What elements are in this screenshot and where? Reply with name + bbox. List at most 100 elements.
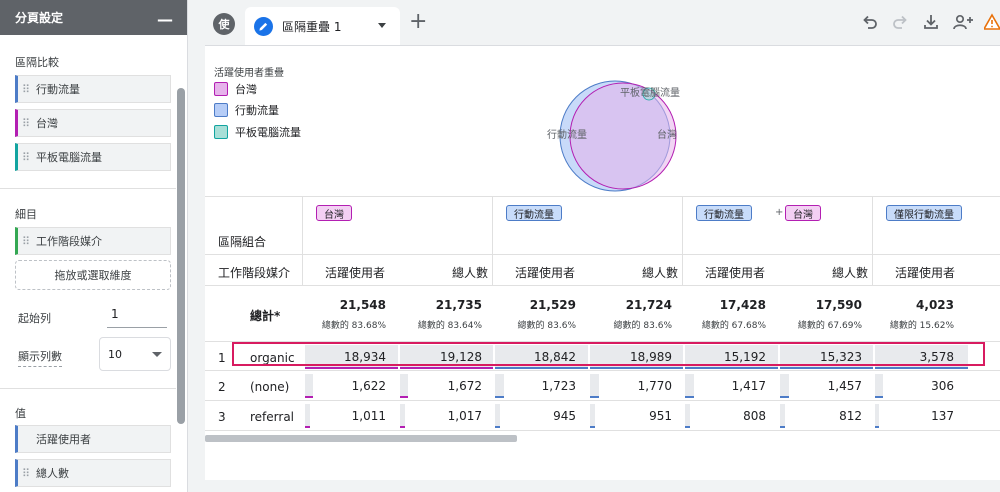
metric-cell[interactable]: 951 — [649, 409, 672, 423]
legend-label: 台灣 — [235, 83, 257, 96]
chevron-down-icon — [152, 351, 162, 357]
drag-handle-icon[interactable]: ⠿ — [22, 235, 36, 248]
venn-label-tablet: 平板電腦流量 — [620, 86, 680, 99]
share-user-icon[interactable] — [951, 12, 975, 32]
venn-diagram[interactable]: 行動流量 台灣 平板電腦流量 — [535, 76, 695, 196]
horizontal-scrollbar[interactable] — [205, 435, 517, 442]
metric-header[interactable]: 總人數 — [452, 264, 488, 281]
dimension-header[interactable]: 工作階段媒介 — [218, 264, 290, 281]
metric-header[interactable]: 活躍使用者 — [325, 264, 385, 281]
totals-label: 總計* — [250, 309, 281, 323]
drag-handle-icon[interactable]: ⠿ — [22, 151, 36, 164]
row-index: 3 — [218, 410, 226, 424]
total-value: 4,023 — [916, 298, 954, 312]
grid-line — [205, 285, 1000, 286]
cell-bar — [305, 396, 313, 398]
warning-icon[interactable] — [984, 12, 1000, 32]
cell-bar-background — [685, 374, 694, 396]
start-row-input[interactable]: 1 — [107, 304, 167, 328]
metric-cell[interactable]: 1,017 — [448, 409, 482, 423]
cell-bar — [495, 367, 588, 369]
metric-cell[interactable]: 1,417 — [732, 379, 766, 393]
row-dimension-value[interactable]: referral — [250, 410, 294, 424]
metric-header[interactable]: 活躍使用者 — [705, 264, 765, 281]
cell-bar — [875, 426, 879, 428]
settings-panel-scrollbar[interactable] — [177, 88, 185, 424]
tab-segment-overlap[interactable]: 區隔重疊 1 — [245, 7, 400, 45]
pencil-icon — [254, 16, 273, 36]
segment-header-taiwan[interactable]: 台灣 — [316, 205, 352, 221]
metric-cell[interactable]: 1,622 — [352, 379, 386, 393]
show-rows-select[interactable]: 10 — [99, 337, 171, 371]
grid-line — [682, 197, 683, 285]
segment-header-taiwan[interactable]: 台灣 — [785, 205, 821, 221]
metric-cell[interactable]: 1,011 — [352, 409, 386, 423]
cell-bar — [590, 367, 683, 369]
cell-bar-background — [590, 374, 599, 396]
cell-bar — [780, 396, 789, 398]
legend-item-taiwan[interactable]: 台灣 — [214, 81, 257, 97]
segment-chip-label: 行動流量 — [36, 83, 80, 96]
user-avatar[interactable]: 使 — [213, 13, 235, 35]
legend-item-tablet[interactable]: 平板電腦流量 — [214, 124, 301, 140]
cell-bar-background — [780, 374, 789, 396]
segment-header-mobile-only[interactable]: 僅限行動流量 — [886, 205, 962, 221]
tab-name: 區隔重疊 1 — [282, 19, 342, 34]
total-value: 17,428 — [719, 298, 766, 312]
metric-cell[interactable]: 812 — [839, 409, 862, 423]
cell-bar-background — [780, 404, 785, 426]
cell-bar — [400, 396, 408, 398]
total-percent: 總數的 83.6% — [517, 321, 576, 331]
metric-header[interactable]: 總人數 — [642, 264, 678, 281]
row-dimension-chip[interactable]: ⠿ 工作階段媒介 — [15, 227, 171, 255]
cell-bar-background — [685, 404, 690, 426]
segment-chip-taiwan[interactable]: ⠿ 台灣 — [15, 109, 171, 137]
metric-cell[interactable]: 1,723 — [542, 379, 576, 393]
value-chip-total-users[interactable]: ⠿ 總人數 — [15, 459, 171, 487]
metric-cell[interactable]: 306 — [931, 379, 954, 393]
undo-icon[interactable] — [860, 12, 880, 32]
minimize-icon[interactable]: — — [157, 11, 173, 28]
metric-header[interactable]: 活躍使用者 — [895, 264, 955, 281]
row-dimension-value[interactable]: (none) — [250, 380, 289, 394]
legend-item-mobile[interactable]: 行動流量 — [214, 102, 279, 118]
total-value: 21,548 — [339, 298, 386, 312]
drag-handle-icon[interactable]: ⠿ — [22, 467, 36, 480]
cell-bar-background — [305, 404, 310, 426]
cell-bar-background — [400, 374, 408, 396]
metric-header[interactable]: 活躍使用者 — [515, 264, 575, 281]
chevron-down-icon[interactable] — [378, 23, 386, 28]
segment-comparison-title: 區隔比較 — [15, 56, 59, 69]
cell-bar — [400, 367, 493, 369]
section-divider — [0, 388, 176, 389]
cell-bar-background — [400, 404, 405, 426]
segment-chip-tablet[interactable]: ⠿ 平板電腦流量 — [15, 143, 171, 171]
grid-line — [205, 400, 1000, 401]
metric-cell[interactable]: 808 — [743, 409, 766, 423]
legend-swatch — [214, 125, 228, 139]
segment-chip-mobile[interactable]: ⠿ 行動流量 — [15, 75, 171, 103]
cell-bar — [305, 367, 398, 369]
metric-cell[interactable]: 945 — [553, 409, 576, 423]
metric-header[interactable]: 總人數 — [832, 264, 868, 281]
drag-handle-icon[interactable]: ⠿ — [22, 83, 36, 96]
segment-joiner: + — [775, 207, 784, 218]
download-icon[interactable] — [921, 12, 941, 32]
section-divider — [0, 188, 176, 189]
segment-header-mobile[interactable]: 行動流量 — [696, 205, 752, 221]
drag-handle-icon[interactable]: ⠿ — [22, 117, 36, 130]
segment-header-mobile[interactable]: 行動流量 — [506, 205, 562, 221]
value-chip-active-users[interactable]: 活躍使用者 — [15, 425, 171, 453]
start-row-label: 起始列 — [18, 312, 51, 325]
row-highlight-box — [232, 342, 985, 366]
cell-bar — [305, 426, 310, 428]
metric-cell[interactable]: 137 — [931, 409, 954, 423]
cell-bar — [495, 396, 504, 398]
metric-cell[interactable]: 1,457 — [828, 379, 862, 393]
redo-icon[interactable] — [890, 12, 910, 32]
cell-bar-background — [875, 404, 879, 426]
drop-dimension-target[interactable]: 拖放或選取維度 — [15, 260, 171, 290]
metric-cell[interactable]: 1,672 — [448, 379, 482, 393]
add-tab-button[interactable]: + — [409, 11, 427, 33]
metric-cell[interactable]: 1,770 — [638, 379, 672, 393]
